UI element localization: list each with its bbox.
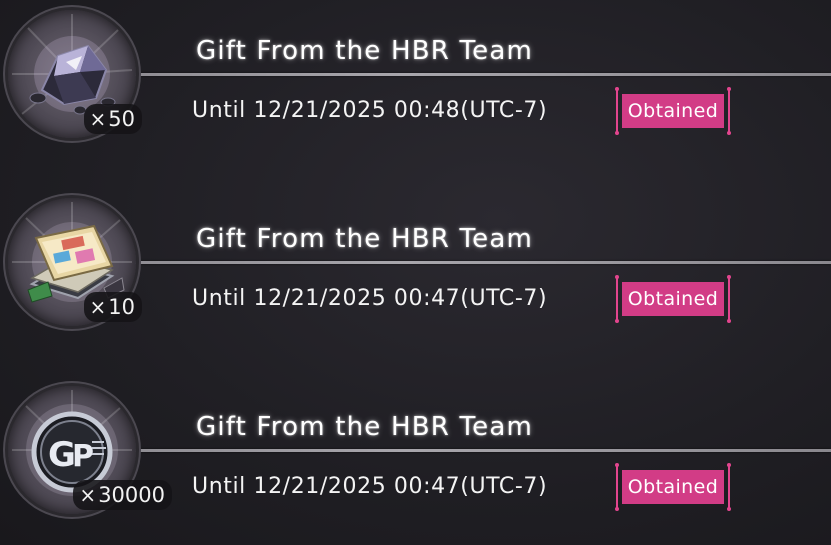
status-bracket-right bbox=[727, 275, 731, 323]
gift-title: Gift From the HBR Team bbox=[196, 36, 533, 66]
status-label: Obtained bbox=[622, 94, 724, 128]
status-bracket-right bbox=[727, 463, 731, 511]
quantity-badge: ×50 bbox=[83, 104, 142, 134]
status-bracket-right bbox=[727, 87, 731, 135]
row-divider bbox=[120, 73, 831, 76]
gift-item-slot[interactable]: G P ×30000 bbox=[8, 386, 172, 514]
status-label: Obtained bbox=[622, 470, 724, 504]
svg-text:P: P bbox=[72, 439, 94, 474]
gift-item-slot[interactable]: ×50 bbox=[8, 10, 142, 138]
quantity-prefix: × bbox=[89, 107, 107, 131]
status-bracket-left bbox=[615, 463, 619, 511]
gift-row[interactable]: G P ×30000 Gift From the HBR Team Until … bbox=[0, 376, 831, 526]
gift-title: Gift From the HBR Team bbox=[196, 224, 533, 254]
status-bracket-left bbox=[615, 275, 619, 323]
status-badge: Obtained bbox=[615, 463, 731, 511]
row-divider bbox=[120, 449, 831, 452]
gift-row[interactable]: ×50 Gift From the HBR Team Until 12/21/2… bbox=[0, 0, 831, 150]
row-divider bbox=[120, 261, 831, 264]
status-badge: Obtained bbox=[615, 275, 731, 323]
gift-expiry: Until 12/21/2025 00:48(UTC-7) bbox=[192, 98, 548, 123]
quantity-badge: ×30000 bbox=[73, 480, 172, 510]
status-bracket-left bbox=[615, 87, 619, 135]
quantity-prefix: × bbox=[89, 295, 107, 319]
gift-expiry: Until 12/21/2025 00:47(UTC-7) bbox=[192, 286, 548, 311]
quantity-value: 30000 bbox=[98, 483, 165, 507]
quantity-value: 10 bbox=[108, 295, 135, 319]
status-label: Obtained bbox=[622, 282, 724, 316]
gift-row[interactable]: ×10 Gift From the HBR Team Until 12/21/2… bbox=[0, 188, 831, 338]
quantity-badge: ×10 bbox=[83, 292, 142, 322]
gift-list: ×50 Gift From the HBR Team Until 12/21/2… bbox=[0, 0, 831, 545]
quantity-prefix: × bbox=[79, 483, 97, 507]
status-badge: Obtained bbox=[615, 87, 731, 135]
gift-title: Gift From the HBR Team bbox=[196, 412, 533, 442]
gift-item-slot[interactable]: ×10 bbox=[8, 198, 142, 326]
gift-expiry: Until 12/21/2025 00:47(UTC-7) bbox=[192, 474, 548, 499]
quantity-value: 50 bbox=[108, 107, 135, 131]
